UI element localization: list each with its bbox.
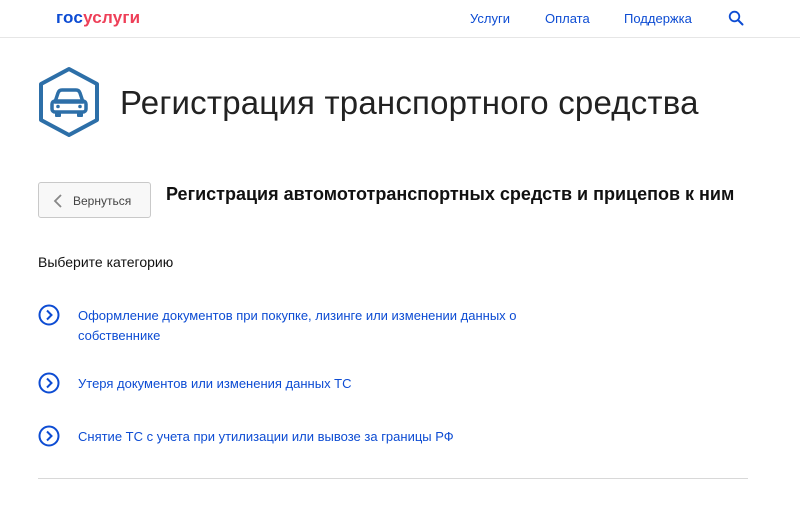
- car-icon: [39, 67, 99, 137]
- category-item-label: Снятие ТС с учета при утилизации или выв…: [78, 429, 454, 444]
- nav-link-support[interactable]: Поддержка: [624, 11, 692, 26]
- chevron-right-circle-icon: [38, 304, 60, 326]
- category-item-deregistration[interactable]: Снятие ТС с учета при утилизации или выв…: [38, 425, 508, 449]
- nav-link-uslugi[interactable]: Услуги: [470, 11, 510, 26]
- back-button-label: Вернуться: [73, 194, 132, 208]
- logo-part-gos: гос: [56, 8, 84, 27]
- top-header: госуслуги Услуги Оплата Поддержка: [0, 0, 800, 38]
- chevron-right-circle-icon: [38, 372, 60, 394]
- category-heading: Выберите категорию: [38, 254, 174, 270]
- divider: [38, 478, 748, 479]
- section-title: Регистрация автомототранспортных средств…: [166, 184, 735, 204]
- category-item-lost-documents[interactable]: Утеря документов или изменения данных ТС: [38, 372, 508, 396]
- chevron-right-circle-icon: [38, 425, 60, 447]
- gosuslugi-logo[interactable]: госуслуги: [56, 8, 140, 28]
- logo-part-uslugi: услуги: [83, 8, 141, 27]
- chevron-left-icon: [53, 194, 62, 208]
- page-title: Регистрация транспортного средства: [120, 84, 699, 121]
- search-icon[interactable]: [728, 10, 744, 26]
- category-item-documents-purchase[interactable]: Оформление документов при покупке, лизин…: [38, 304, 517, 346]
- category-item-label: Оформление документов при покупке, лизин…: [78, 308, 517, 343]
- back-button[interactable]: Вернуться: [38, 182, 151, 218]
- nav-link-oplata[interactable]: Оплата: [545, 11, 590, 26]
- category-item-label: Утеря документов или изменения данных ТС: [78, 376, 352, 391]
